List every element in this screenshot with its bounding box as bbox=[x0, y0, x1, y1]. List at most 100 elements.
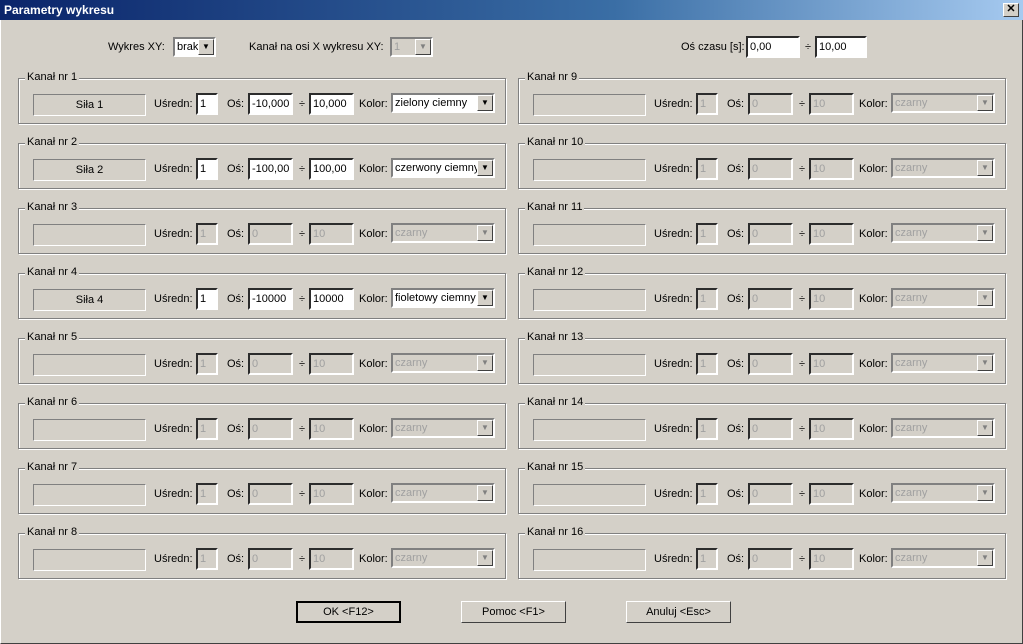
chevron-down-icon[interactable]: ▼ bbox=[198, 39, 214, 55]
color-select[interactable]: czarny ▼ bbox=[891, 548, 995, 568]
chevron-down-icon[interactable]: ▼ bbox=[477, 95, 493, 111]
average-input[interactable]: 1 bbox=[196, 418, 218, 440]
color-select[interactable]: czerwony ciemny ▼ bbox=[391, 158, 495, 178]
color-select[interactable]: czarny ▼ bbox=[391, 548, 495, 568]
ok-button[interactable]: OK <F12> bbox=[296, 601, 401, 623]
axis-max-input[interactable]: 10 bbox=[809, 158, 854, 180]
axis-max-input[interactable]: 10 bbox=[809, 483, 854, 505]
color-select[interactable]: czarny ▼ bbox=[391, 483, 495, 503]
average-input[interactable]: 1 bbox=[196, 353, 218, 375]
xy-chart-select[interactable]: brak ▼ bbox=[173, 37, 216, 57]
color-select[interactable]: czarny ▼ bbox=[891, 288, 995, 308]
chevron-down-icon[interactable]: ▼ bbox=[477, 225, 493, 241]
color-select[interactable]: fioletowy ciemny ▼ bbox=[391, 288, 495, 308]
color-select[interactable]: czarny ▼ bbox=[891, 418, 995, 438]
chevron-down-icon[interactable]: ▼ bbox=[477, 485, 493, 501]
chevron-down-icon[interactable]: ▼ bbox=[977, 485, 993, 501]
average-input[interactable]: 1 bbox=[696, 353, 718, 375]
average-input[interactable]: 1 bbox=[196, 158, 218, 180]
chevron-down-icon[interactable]: ▼ bbox=[977, 290, 993, 306]
axis-max-input[interactable]: 10 bbox=[809, 548, 854, 570]
close-icon[interactable]: ✕ bbox=[1003, 3, 1019, 17]
axis-max-input[interactable]: 10 bbox=[309, 418, 354, 440]
chevron-down-icon[interactable]: ▼ bbox=[977, 225, 993, 241]
axis-min-input[interactable]: 0 bbox=[248, 548, 293, 570]
axis-min-input[interactable]: -100,00 bbox=[248, 158, 293, 180]
xaxis-channel-select[interactable]: 1 ▼ bbox=[390, 37, 433, 57]
axis-max-input[interactable]: 10 bbox=[309, 353, 354, 375]
average-input[interactable]: 1 bbox=[196, 93, 218, 115]
time-from-input[interactable]: 0,00 bbox=[746, 36, 800, 58]
axis-max-input[interactable]: 10 bbox=[809, 288, 854, 310]
color-select[interactable]: czarny ▼ bbox=[391, 353, 495, 373]
axis-range-separator: ÷ bbox=[299, 553, 306, 565]
average-input[interactable]: 1 bbox=[196, 548, 218, 570]
axis-max-input[interactable]: 10000 bbox=[309, 288, 354, 310]
time-to-input[interactable]: 10,00 bbox=[815, 36, 867, 58]
axis-max-input[interactable]: 10 bbox=[809, 223, 854, 245]
axis-min-input[interactable]: 0 bbox=[248, 418, 293, 440]
axis-min-input[interactable]: 0 bbox=[748, 548, 793, 570]
axis-max-input[interactable]: 100,00 bbox=[309, 158, 354, 180]
color-select[interactable]: czarny ▼ bbox=[891, 223, 995, 243]
chevron-down-icon[interactable]: ▼ bbox=[477, 420, 493, 436]
axis-min-input[interactable]: 0 bbox=[748, 158, 793, 180]
axis-max-input[interactable]: 10 bbox=[309, 223, 354, 245]
axis-max-input[interactable]: 10 bbox=[809, 418, 854, 440]
chevron-down-icon[interactable]: ▼ bbox=[977, 160, 993, 176]
axis-min-input[interactable]: 0 bbox=[248, 483, 293, 505]
average-input[interactable]: 1 bbox=[696, 158, 718, 180]
color-select[interactable]: czarny ▼ bbox=[891, 483, 995, 503]
average-input[interactable]: 1 bbox=[696, 288, 718, 310]
color-select[interactable]: czarny ▼ bbox=[391, 418, 495, 438]
average-input[interactable]: 1 bbox=[696, 418, 718, 440]
color-select[interactable]: zielony ciemny ▼ bbox=[391, 93, 495, 113]
channel-name-field bbox=[533, 289, 646, 311]
average-input[interactable]: 1 bbox=[196, 288, 218, 310]
color-select[interactable]: czarny ▼ bbox=[391, 223, 495, 243]
average-label: Uśredn: bbox=[154, 228, 193, 240]
chevron-down-icon[interactable]: ▼ bbox=[977, 550, 993, 566]
color-select[interactable]: czarny ▼ bbox=[891, 158, 995, 178]
average-input[interactable]: 1 bbox=[196, 483, 218, 505]
chevron-down-icon[interactable]: ▼ bbox=[977, 420, 993, 436]
cancel-button[interactable]: Anuluj <Esc> bbox=[626, 601, 731, 623]
color-select[interactable]: czarny ▼ bbox=[891, 93, 995, 113]
axis-min-input[interactable]: 0 bbox=[248, 223, 293, 245]
axis-min-input[interactable]: 0 bbox=[748, 223, 793, 245]
axis-min-input[interactable]: -10000 bbox=[248, 288, 293, 310]
axis-min-input[interactable]: 0 bbox=[748, 288, 793, 310]
color-select[interactable]: czarny ▼ bbox=[891, 353, 995, 373]
axis-max-input[interactable]: 10 bbox=[809, 353, 854, 375]
average-input[interactable]: 1 bbox=[696, 223, 718, 245]
channel-group-title: Kanał nr 7 bbox=[25, 461, 80, 473]
axis-min-input[interactable]: 0 bbox=[248, 353, 293, 375]
axis-min-input[interactable]: 0 bbox=[748, 93, 793, 115]
help-button[interactable]: Pomoc <F1> bbox=[461, 601, 566, 623]
average-input[interactable]: 1 bbox=[696, 483, 718, 505]
channel-name-field bbox=[33, 224, 146, 246]
chevron-down-icon[interactable]: ▼ bbox=[415, 39, 431, 55]
chevron-down-icon[interactable]: ▼ bbox=[477, 550, 493, 566]
chevron-down-icon[interactable]: ▼ bbox=[477, 160, 493, 176]
axis-label: Oś: bbox=[227, 423, 245, 435]
axis-max-input[interactable]: 10 bbox=[309, 548, 354, 570]
axis-min-input[interactable]: 0 bbox=[748, 418, 793, 440]
average-label: Uśredn: bbox=[154, 163, 193, 175]
chevron-down-icon[interactable]: ▼ bbox=[977, 95, 993, 111]
axis-label: Oś: bbox=[227, 553, 245, 565]
axis-max-input[interactable]: 10 bbox=[809, 93, 854, 115]
channel-name-field bbox=[533, 354, 646, 376]
axis-min-input[interactable]: -10,000 bbox=[248, 93, 293, 115]
axis-max-input[interactable]: 10 bbox=[309, 483, 354, 505]
average-input[interactable]: 1 bbox=[196, 223, 218, 245]
axis-max-input[interactable]: 10,000 bbox=[309, 93, 354, 115]
chevron-down-icon[interactable]: ▼ bbox=[477, 290, 493, 306]
axis-range-separator: ÷ bbox=[299, 423, 306, 435]
average-input[interactable]: 1 bbox=[696, 548, 718, 570]
axis-min-input[interactable]: 0 bbox=[748, 483, 793, 505]
chevron-down-icon[interactable]: ▼ bbox=[477, 355, 493, 371]
axis-min-input[interactable]: 0 bbox=[748, 353, 793, 375]
chevron-down-icon[interactable]: ▼ bbox=[977, 355, 993, 371]
average-input[interactable]: 1 bbox=[696, 93, 718, 115]
